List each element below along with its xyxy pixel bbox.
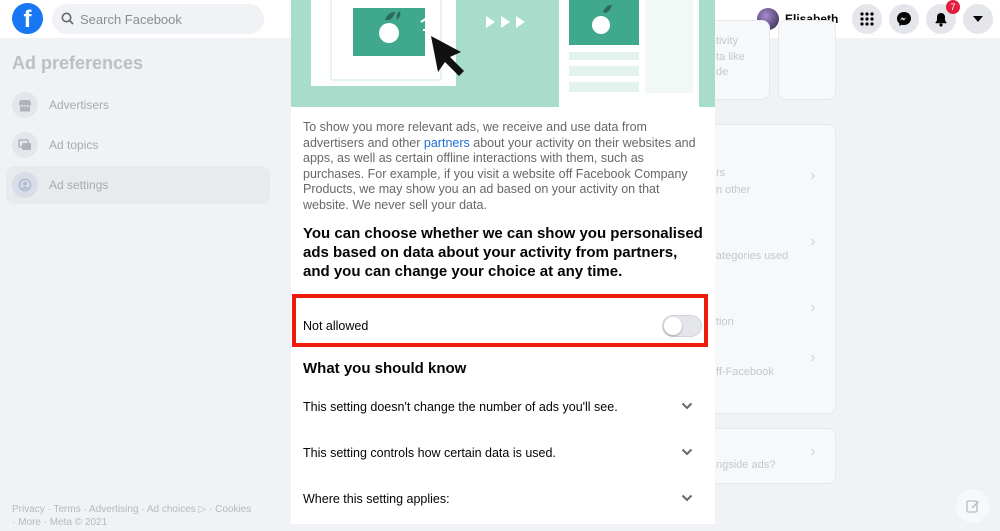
accordion-label: This setting controls how certain data i… [303,446,556,460]
accordion-where-applies[interactable]: Where this setting applies: [291,480,715,520]
messenger-button[interactable] [889,4,919,34]
chevron-right-icon: › [810,299,816,316]
gear-person-icon [12,172,38,198]
sidebar-item-label: Advertisers [49,98,110,112]
new-message-button[interactable] [956,489,990,523]
account-menu-button[interactable] [963,4,993,34]
dialog-body: To show you more relevant ads, we receiv… [303,120,703,281]
footer-line[interactable]: · More · Meta © 2021 [12,516,272,529]
accordion-data-usage[interactable]: This setting controls how certain data i… [291,434,715,474]
search-input[interactable] [80,4,260,34]
compose-icon [966,500,979,513]
facebook-logo[interactable]: f [12,3,43,34]
sidebar-title: Ad preferences [12,53,144,73]
chevron-down-icon [681,448,693,456]
intro-text: To show you more relevant ads, we receiv… [303,120,703,213]
sidebar-item-label: Ad topics [49,138,99,152]
chevron-right-icon: › [810,349,816,366]
background-card: ngside ads? › [714,428,836,484]
background-text: tion [716,316,734,328]
chevron-down-icon [681,494,693,502]
what-you-should-know-heading: What you should know [303,360,467,377]
background-card [778,20,836,100]
footer-line[interactable]: Privacy · Terms · Advertising · Ad choic… [12,503,272,516]
caret-down-icon [973,16,983,22]
grid-menu-icon [860,12,874,26]
chevron-right-icon: › [810,443,816,460]
chevron-down-icon [681,402,693,410]
notification-badge: 7 [946,0,960,14]
background-text: ngside ads? [716,459,776,471]
accordion-label: This setting doesn't change the number o… [303,400,618,414]
background-text: tivity [716,35,738,47]
background-text: ta like [716,51,745,63]
sidebar-item-label: Ad settings [49,178,109,192]
background-text: ff-Facebook [716,366,774,378]
sidebar-item-ad-topics[interactable]: Ad topics [6,126,270,164]
background-text: de [716,66,729,78]
background-card: tivity ta like de [714,20,770,100]
search-icon [61,12,74,25]
search-box[interactable] [52,4,264,34]
footer-links[interactable]: Privacy · Terms · Advertising · Ad choic… [12,503,272,529]
chevron-right-icon: › [810,167,816,184]
sidebar-item-ad-settings[interactable]: Ad settings [6,166,270,204]
accordion-number-of-ads[interactable]: This setting doesn't change the number o… [291,388,715,428]
background-text: n other [716,184,751,196]
background-settings-list: rs n other › ategories used › tion › ff-… [714,124,836,414]
ad-settings-dialog: To show you more relevant ads, we receiv… [291,0,715,531]
dialog-bottom-edge [291,524,715,531]
menu-button[interactable] [852,4,882,34]
background-text: rs [716,167,726,179]
topics-icon [12,132,38,158]
ad-illustration [291,0,715,107]
storefront-icon [12,92,38,118]
chevron-right-icon: › [810,233,816,250]
partners-link[interactable]: partners [424,136,470,150]
bell-icon [935,12,947,27]
sidebar-item-advertisers[interactable]: Advertisers [6,86,270,124]
accordion-label: Where this setting applies: [303,492,450,506]
messenger-icon [897,12,911,26]
choice-heading: You can choose whether we can show you p… [303,225,703,280]
highlight-annotation [292,294,708,347]
background-text: ategories used [716,250,789,262]
ad-preferences-sidebar: Ad preferences Advertisers Ad topics Ad … [0,38,280,531]
